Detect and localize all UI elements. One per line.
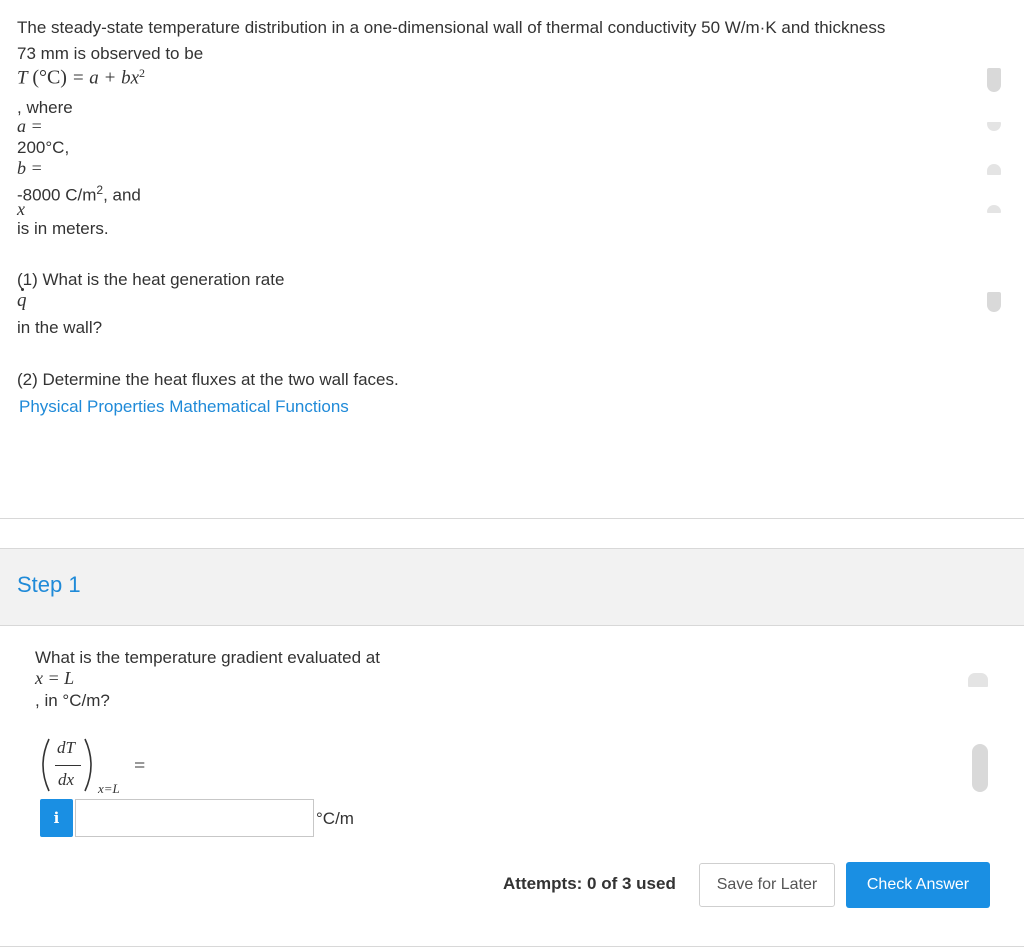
scroll-indicator xyxy=(968,673,988,687)
attempts-counter: Attempts: 0 of 3 used xyxy=(503,874,676,893)
question-1: (1) What is the heat generation rate xyxy=(17,270,285,289)
temperature-equation: T (°C) = a + bx2 xyxy=(17,66,145,90)
eq-exponent: 2 xyxy=(139,66,146,80)
b-value-number: -8000 C/m xyxy=(17,185,97,205)
step-header xyxy=(0,548,1024,626)
fraction-bar xyxy=(55,765,81,766)
eq-T: T xyxy=(17,67,28,89)
section-divider xyxy=(0,518,1024,519)
equals-sign: = xyxy=(134,755,146,777)
scroll-indicator xyxy=(987,122,1001,131)
x-description: is in meters. xyxy=(17,219,109,238)
scroll-indicator xyxy=(987,292,1001,312)
resource-links: Physical Properties Mathematical Functio… xyxy=(19,397,349,417)
question-2: (2) Determine the heat fluxes at the two… xyxy=(17,370,399,389)
x-symbol: x xyxy=(17,199,25,219)
bottom-divider xyxy=(0,946,1024,947)
fraction-numerator: dT xyxy=(57,738,75,757)
check-answer-button[interactable]: Check Answer xyxy=(846,862,990,908)
scroll-indicator xyxy=(987,164,1001,175)
derivative-expression: dT dx x=L = xyxy=(35,735,175,799)
mathematical-functions-link[interactable]: Mathematical Functions xyxy=(169,397,349,416)
problem-intro-line1: The steady-state temperature distributio… xyxy=(17,18,886,37)
physical-properties-link[interactable]: Physical Properties xyxy=(19,397,165,416)
problem-intro-line2: 73 mm is observed to be xyxy=(17,44,204,63)
q-dot-symbol: q xyxy=(17,287,29,313)
step-question: What is the temperature gradient evaluat… xyxy=(35,648,380,667)
right-paren xyxy=(84,738,92,792)
answer-input[interactable] xyxy=(75,799,314,837)
answer-unit: °C/m xyxy=(316,809,354,828)
left-paren xyxy=(42,738,50,792)
eq-unit: (°C) xyxy=(32,66,67,89)
q-letter: q xyxy=(17,290,27,311)
save-for-later-button[interactable]: Save for Later xyxy=(699,863,835,907)
step-question-tail: , in °C/m? xyxy=(35,691,110,710)
b-value: -8000 C/m2, and xyxy=(17,179,141,207)
scroll-indicator xyxy=(987,68,1001,92)
evaluation-subscript: x=L xyxy=(98,781,120,796)
info-button[interactable]: i xyxy=(40,799,73,837)
question-1-tail: in the wall? xyxy=(17,318,103,337)
fraction-denominator: dx xyxy=(58,770,75,789)
eq-rhs: = a + bx xyxy=(71,67,140,89)
a-value: 200°C, xyxy=(17,138,70,157)
scroll-indicator xyxy=(972,744,988,792)
b-symbol: b = xyxy=(17,158,43,178)
step-condition: x = L xyxy=(35,668,75,688)
scroll-indicator xyxy=(987,205,1001,213)
step-title: Step 1 xyxy=(17,572,81,597)
a-symbol: a = xyxy=(17,116,43,136)
b-value-tail: , and xyxy=(103,185,141,205)
